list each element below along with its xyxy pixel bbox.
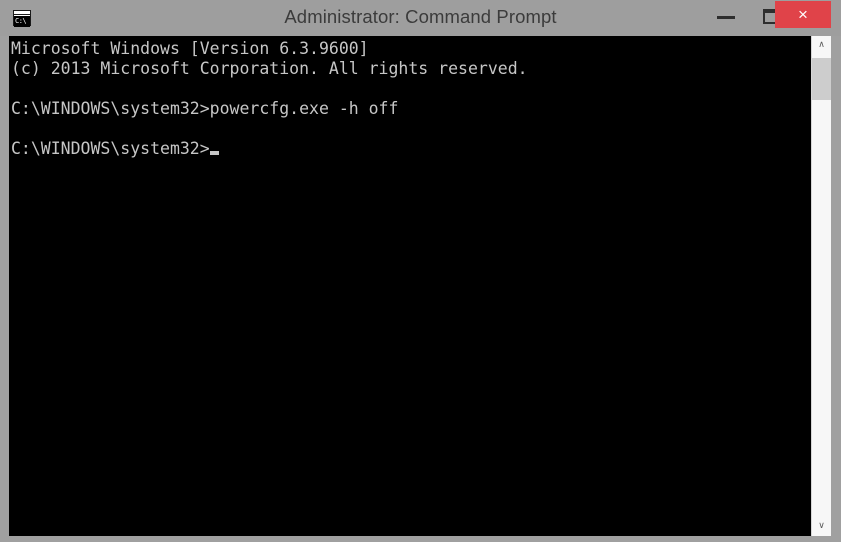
- scrollbar-up-arrow-icon[interactable]: ∧: [812, 36, 831, 55]
- console-line: C:\WINDOWS\system32>: [11, 139, 809, 159]
- console-cursor: [209, 151, 219, 155]
- command-prompt-window: C:\ Administrator: Command Prompt × Micr…: [0, 0, 841, 542]
- scrollbar-down-arrow-icon[interactable]: ∨: [812, 517, 831, 536]
- console-line: C:\WINDOWS\system32>powercfg.exe -h off: [11, 99, 399, 118]
- console-frame: Microsoft Windows [Version 6.3.9600] (c) …: [9, 36, 831, 536]
- console-output[interactable]: Microsoft Windows [Version 6.3.9600] (c) …: [9, 36, 809, 536]
- window-left-border: [0, 36, 9, 542]
- minimize-icon: [717, 16, 735, 19]
- close-button[interactable]: ×: [775, 1, 831, 28]
- scrollbar-thumb[interactable]: [812, 58, 831, 100]
- scrollbar-track[interactable]: [812, 55, 831, 517]
- title-bar[interactable]: C:\ Administrator: Command Prompt ×: [0, 0, 841, 36]
- close-icon: ×: [798, 5, 808, 24]
- window-bottom-border: [0, 536, 841, 542]
- console-line: Microsoft Windows [Version 6.3.9600]: [11, 39, 369, 58]
- console-scrollbar[interactable]: ∧ ∨: [811, 36, 831, 536]
- console-line: (c) 2013 Microsoft Corporation. All righ…: [11, 59, 528, 78]
- minimize-button[interactable]: [703, 1, 750, 28]
- window-right-border: [831, 36, 841, 542]
